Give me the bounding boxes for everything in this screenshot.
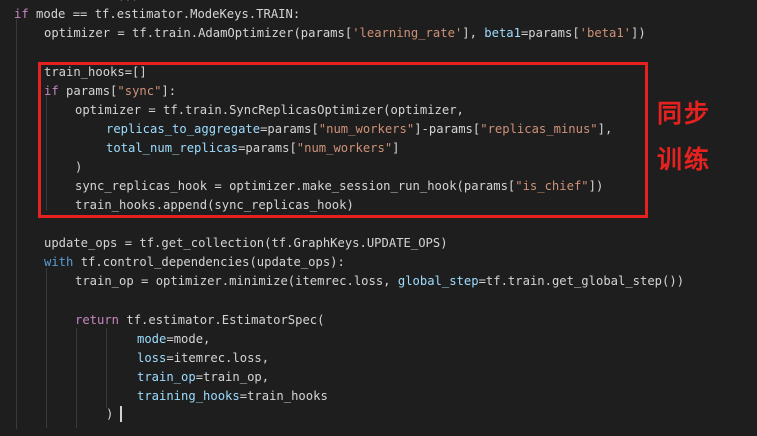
annotation-line-2: 训练 <box>657 145 712 174</box>
sync-training-highlight-box <box>38 62 648 218</box>
code-token: loss <box>137 351 167 365</box>
code-line[interactable]: update_ops = tf.get_collection(tf.GraphK… <box>44 234 448 253</box>
code-token: training_hooks <box>137 389 240 403</box>
code-token: mode == tf.estimator.ModeKeys.TRAIN: <box>28 7 301 21</box>
code-token: =params[ <box>520 26 580 40</box>
annotation-line-1: 同步 <box>657 99 712 128</box>
code-token: if <box>14 7 29 21</box>
indent-guide <box>106 328 107 408</box>
code-token: optimizer = tf.train.AdamOptimizer(param… <box>44 26 353 40</box>
text-cursor <box>120 406 122 422</box>
indent-guide <box>46 268 47 428</box>
code-line[interactable]: with tf.control_dependencies(update_ops)… <box>44 253 345 272</box>
code-token: beta1 <box>484 26 521 40</box>
code-line[interactable]: loss=itemrec.loss, <box>137 349 269 368</box>
code-token: train_op = optimizer.minimize(itemrec.lo… <box>75 274 398 288</box>
code-token: with <box>44 255 74 269</box>
code-token: ], <box>462 26 485 40</box>
code-token: 'learning_rate' <box>352 26 463 40</box>
code-token: =tf.train.get_global_step()) <box>478 274 685 288</box>
code-line[interactable]: train_op=train_op, <box>137 368 269 387</box>
code-token: tf.control_dependencies(update_ops): <box>73 255 345 269</box>
code-token: ) <box>106 407 114 421</box>
code-token: train_op <box>137 370 196 384</box>
code-line[interactable]: ) <box>106 405 113 424</box>
code-token: 'beta1' <box>579 26 632 40</box>
code-line[interactable]: training_hooks=train_hooks <box>137 387 328 406</box>
code-token: ]) <box>631 26 646 40</box>
code-token: =train_hooks <box>239 389 328 403</box>
code-token: tf.estimator.EstimatorSpec( <box>119 313 325 327</box>
code-token: =mode, <box>166 332 211 346</box>
indent-guide <box>16 19 17 429</box>
code-editor[interactable]: ... if mode == tf.estimator.ModeKeys.TRA… <box>0 0 757 436</box>
faint-top-text: ... <box>118 0 138 4</box>
code-token: =train_op, <box>195 370 270 384</box>
code-line[interactable]: mode=mode, <box>137 330 210 349</box>
code-token: mode <box>137 332 167 346</box>
code-line[interactable]: optimizer = tf.train.AdamOptimizer(param… <box>44 24 646 43</box>
code-line[interactable]: if mode == tf.estimator.ModeKeys.TRAIN: <box>14 5 300 24</box>
code-line[interactable]: return tf.estimator.EstimatorSpec( <box>75 311 324 330</box>
code-token: =itemrec.loss, <box>166 351 270 365</box>
code-token: update_ops = tf.get_collection(tf.GraphK… <box>44 236 448 250</box>
code-token: global_step <box>397 274 479 288</box>
code-token: return <box>75 313 120 327</box>
code-line[interactable]: train_op = optimizer.minimize(itemrec.lo… <box>75 272 684 291</box>
indent-guide <box>76 328 77 428</box>
